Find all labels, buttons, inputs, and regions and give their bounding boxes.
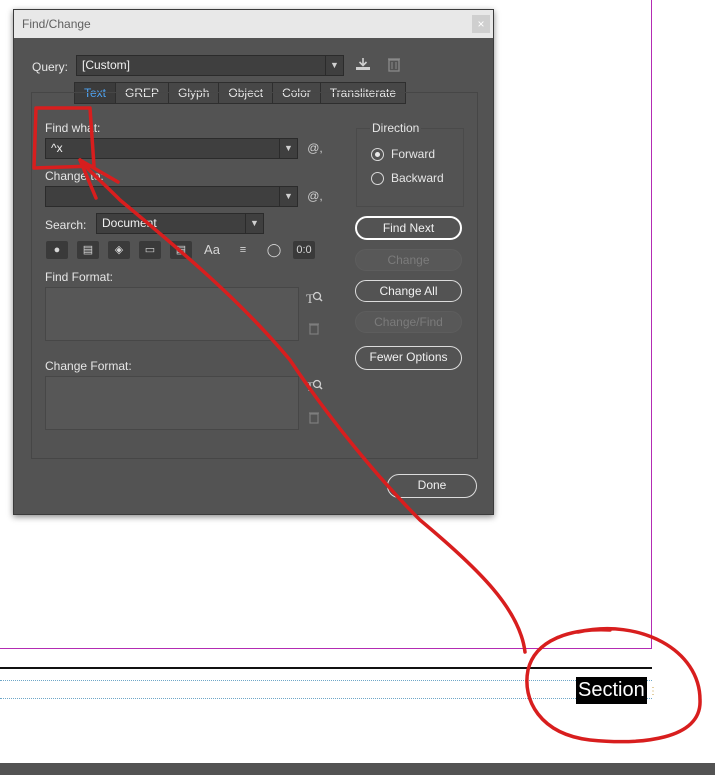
specify-change-format-icon[interactable]: T bbox=[303, 378, 325, 397]
change-format-box[interactable] bbox=[45, 376, 299, 430]
chevron-down-icon[interactable]: ▼ bbox=[279, 187, 297, 206]
kana-sensitive-icon[interactable]: ◯ bbox=[263, 241, 285, 259]
save-query-icon[interactable] bbox=[352, 56, 374, 75]
change-all-button[interactable]: Change All bbox=[355, 280, 462, 302]
specify-find-format-icon[interactable]: T bbox=[303, 290, 325, 309]
search-scope-value: Document bbox=[102, 216, 157, 230]
locked-stories-icon[interactable]: ▤ bbox=[77, 241, 99, 259]
chevron-down-icon[interactable]: ▼ bbox=[325, 56, 343, 75]
find-format-label: Find Format: bbox=[45, 270, 114, 284]
forward-radio[interactable] bbox=[371, 148, 384, 161]
clear-find-format-icon[interactable] bbox=[303, 322, 325, 338]
delete-query-icon[interactable] bbox=[383, 56, 405, 75]
dialog-title: Find/Change bbox=[22, 17, 91, 31]
query-select[interactable]: [Custom] ▼ bbox=[76, 55, 344, 76]
search-scope-select[interactable]: Document ▼ bbox=[96, 213, 264, 234]
special-characters-find-icon[interactable]: @, bbox=[304, 141, 326, 155]
find-what-value: ^x bbox=[51, 141, 63, 155]
paragraph-rule bbox=[0, 667, 652, 669]
special-characters-change-icon[interactable]: @, bbox=[304, 189, 326, 203]
baseline-grid-line bbox=[0, 680, 652, 681]
find-what-field[interactable]: ^x ▼ bbox=[45, 138, 298, 159]
change-to-label: Change to: bbox=[45, 169, 104, 183]
fewer-options-button[interactable]: Fewer Options bbox=[355, 346, 462, 370]
query-label: Query: bbox=[32, 60, 69, 74]
change-button[interactable]: Change bbox=[355, 249, 462, 271]
case-sensitive-icon[interactable]: Aa bbox=[201, 241, 223, 259]
chevron-down-icon[interactable]: ▼ bbox=[245, 214, 263, 233]
hidden-layers-icon[interactable]: ◈ bbox=[108, 241, 130, 259]
change-find-button[interactable]: Change/Find bbox=[355, 311, 462, 333]
text-cursor-marker-icon: ⋮ bbox=[648, 686, 658, 697]
master-pages-icon[interactable]: ▭ bbox=[139, 241, 161, 259]
direction-label: Direction bbox=[370, 121, 422, 135]
query-value: [Custom] bbox=[82, 58, 131, 72]
find-format-box[interactable] bbox=[45, 287, 299, 341]
change-format-label: Change Format: bbox=[45, 359, 132, 373]
change-to-field[interactable]: ▼ bbox=[45, 186, 298, 207]
direction-group bbox=[356, 128, 464, 207]
done-button[interactable]: Done bbox=[387, 474, 477, 498]
backward-radio[interactable] bbox=[371, 172, 384, 185]
svg-text:T: T bbox=[306, 291, 314, 306]
search-label: Search: bbox=[45, 218, 87, 232]
find-change-dialog: Find/Change × Query: [Custom] ▼ Text GRE… bbox=[13, 9, 494, 515]
locked-layers-icon[interactable]: ● bbox=[46, 241, 68, 259]
close-button[interactable]: × bbox=[472, 15, 490, 33]
backward-label[interactable]: Backward bbox=[391, 171, 444, 185]
chevron-down-icon[interactable]: ▼ bbox=[279, 139, 297, 158]
clear-change-format-icon[interactable] bbox=[303, 411, 325, 427]
find-next-button[interactable]: Find Next bbox=[355, 216, 462, 240]
svg-text:T: T bbox=[306, 379, 314, 394]
page-margin-guide-vertical bbox=[651, 0, 652, 648]
footnotes-icon[interactable]: ▤ bbox=[170, 241, 192, 259]
baseline-grid-line bbox=[0, 698, 652, 699]
find-what-label: Find what: bbox=[45, 121, 101, 135]
forward-label[interactable]: Forward bbox=[391, 147, 435, 161]
dialog-titlebar[interactable]: Find/Change × bbox=[14, 10, 493, 38]
page-margin-guide-horizontal bbox=[0, 648, 652, 649]
width-sensitive-icon[interactable]: 0:0 bbox=[293, 241, 315, 259]
whole-word-icon[interactable]: ≡ bbox=[232, 241, 254, 259]
application-status-bar bbox=[0, 763, 715, 775]
section-marker-text[interactable]: Section bbox=[576, 677, 647, 704]
